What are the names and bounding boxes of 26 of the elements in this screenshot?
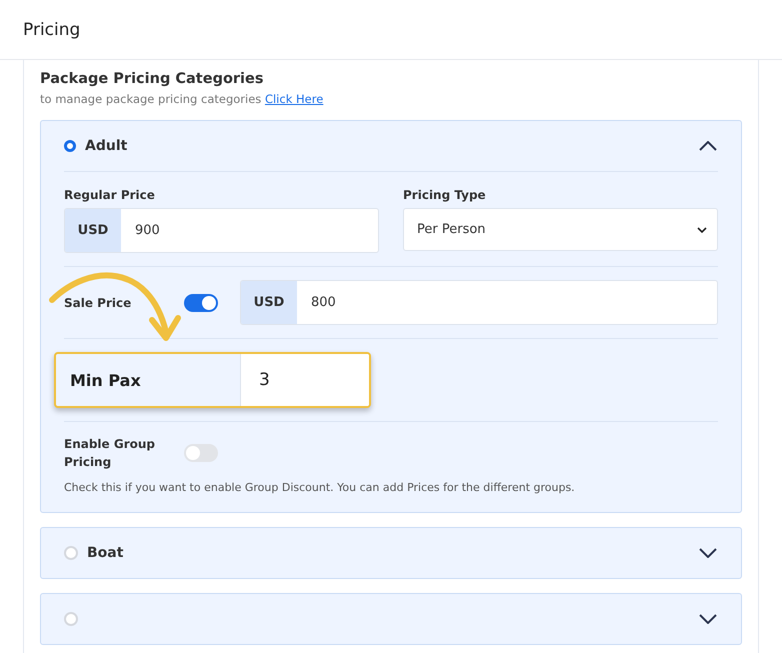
- category-name: Boat: [87, 545, 124, 561]
- price-input[interactable]: USD 900: [64, 208, 379, 253]
- chevron-up-icon[interactable]: [699, 141, 717, 151]
- field-label: Pricing Type: [403, 188, 487, 202]
- field-label: Enable Group Pricing: [64, 436, 156, 471]
- section-title: Package Pricing Categories: [40, 71, 264, 87]
- field-label: Min Pax: [69, 370, 142, 392]
- category-name: Adult: [85, 138, 128, 154]
- min-pax-input[interactable]: 3: [240, 354, 369, 406]
- field-label: Regular Price: [64, 188, 156, 202]
- toggle-switch[interactable]: [184, 444, 218, 462]
- help-text: Check this if you want to enable Group Discount. You can add Prices for the different groups.: [64, 481, 576, 494]
- min-pax-field[interactable]: Min Pax 3: [54, 352, 371, 408]
- currency-addon: USD: [241, 281, 297, 324]
- section-note: to manage package pricing categories Click Here: [40, 92, 324, 106]
- chevron-down-icon[interactable]: [699, 548, 717, 558]
- radio-button[interactable]: [64, 140, 76, 152]
- chevron-down-icon[interactable]: [697, 226, 707, 232]
- price-input[interactable]: USD 800: [240, 280, 718, 325]
- page-title: Pricing: [23, 20, 80, 40]
- pricing-type-select[interactable]: Per Person: [403, 208, 718, 251]
- click-here-link[interactable]: Click Here: [264, 92, 324, 106]
- currency-addon: USD: [65, 209, 121, 252]
- chevron-down-icon[interactable]: [699, 614, 717, 624]
- field-label: Sale Price: [64, 296, 132, 310]
- toggle-switch[interactable]: [184, 294, 218, 312]
